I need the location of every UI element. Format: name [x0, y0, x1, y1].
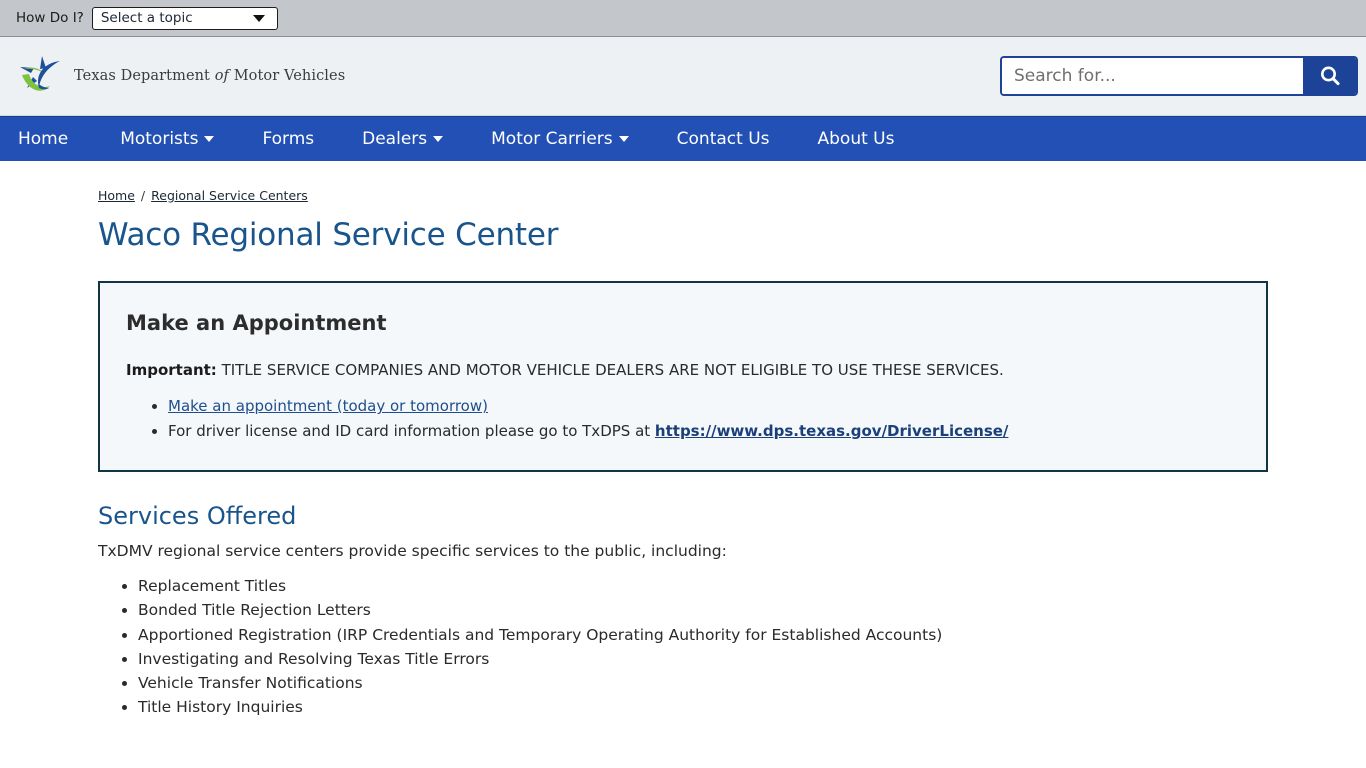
site-search	[1000, 56, 1358, 96]
breadcrumb-separator: /	[140, 188, 146, 203]
utility-topbar: How Do I? Select a topic	[0, 0, 1366, 37]
important-label: Important:	[126, 361, 217, 379]
brand-text-part1: Texas Department	[74, 68, 215, 84]
list-item: For driver license and ID card informati…	[168, 419, 1240, 443]
how-do-i-label: How Do I?	[16, 10, 84, 26]
services-intro-text: TxDMV regional service centers provide s…	[98, 542, 727, 561]
list-item: Apportioned Registration (IRP Credential…	[138, 623, 1366, 647]
appointment-box-heading: Make an Appointment	[126, 311, 387, 335]
important-text: TITLE SERVICE COMPANIES AND MOTOR VEHICL…	[216, 361, 1004, 379]
page-content: Home / Regional Service Centers Waco Reg…	[0, 161, 1366, 719]
nav-item-motor-carriers[interactable]: Motor Carriers	[491, 129, 657, 149]
list-item: Replacement Titles	[138, 574, 1366, 598]
page-title: Waco Regional Service Center	[98, 217, 559, 253]
chevron-down-icon	[204, 136, 215, 142]
txdps-driver-license-link[interactable]: https://www.dps.texas.gov/DriverLicense/	[655, 422, 1008, 440]
masthead: Texas Department of Motor Vehicles	[0, 37, 1366, 116]
brand-text-of: of	[214, 68, 229, 84]
brand-text-part2: Motor Vehicles	[229, 68, 346, 84]
driver-license-text: For driver license and ID card informati…	[168, 422, 655, 441]
nav-item-about-us[interactable]: About Us	[818, 129, 923, 149]
list-item: Vehicle Transfer Notifications	[138, 671, 1366, 695]
topic-select-value: Select a topic	[100, 10, 193, 26]
search-button[interactable]	[1303, 58, 1356, 94]
nav-item-contact-us[interactable]: Contact Us	[677, 129, 798, 149]
nav-item-forms[interactable]: Forms	[262, 129, 342, 149]
nav-item-label: About Us	[817, 129, 895, 149]
list-item: Make an appointment (today or tomorrow)	[168, 394, 1240, 418]
search-input[interactable]	[1002, 58, 1303, 94]
make-an-appointment-box: Make an Appointment Important: TITLE SER…	[98, 281, 1268, 473]
chevron-down-icon	[252, 14, 265, 22]
brand-logo[interactable]: Texas Department of Motor Vehicles	[18, 55, 345, 97]
chevron-down-icon	[433, 136, 444, 142]
nav-item-label: Motor Carriers	[491, 129, 613, 149]
chevron-down-icon	[618, 136, 629, 142]
breadcrumb-regional-service-centers[interactable]: Regional Service Centers	[151, 188, 308, 203]
nav-item-label: Contact Us	[676, 129, 770, 149]
list-item: Bonded Title Rejection Letters	[138, 598, 1366, 622]
nav-item-label: Motorists	[120, 129, 199, 149]
list-item: Title History Inquiries	[138, 695, 1366, 719]
topic-select[interactable]: Select a topic	[91, 6, 278, 30]
nav-item-home[interactable]: Home	[18, 129, 96, 149]
nav-item-motorists[interactable]: Motorists	[120, 129, 242, 149]
services-list: Replacement Titles Bonded Title Rejectio…	[98, 574, 1366, 719]
make-appointment-link[interactable]: Make an appointment (today or tomorrow)	[168, 397, 488, 415]
search-icon	[1320, 66, 1339, 86]
main-navigation: Home Motorists Forms Dealers Motor Carri…	[0, 116, 1366, 161]
breadcrumb: Home / Regional Service Centers	[98, 161, 1366, 203]
nav-item-label: Forms	[262, 129, 315, 149]
services-offered-heading: Services Offered	[98, 502, 297, 531]
appointment-links-list: Make an appointment (today or tomorrow) …	[126, 394, 1240, 443]
nav-item-dealers[interactable]: Dealers	[362, 129, 471, 149]
breadcrumb-home[interactable]: Home	[98, 188, 135, 203]
nav-item-label: Dealers	[362, 129, 428, 149]
txdmv-star-swoosh-logo	[20, 56, 60, 91]
list-item: Investigating and Resolving Texas Title …	[138, 647, 1366, 671]
brand-text: Texas Department of Motor Vehicles	[74, 68, 345, 84]
appointment-important-notice: Important: TITLE SERVICE COMPANIES AND M…	[126, 360, 1240, 380]
nav-item-label: Home	[18, 129, 69, 149]
